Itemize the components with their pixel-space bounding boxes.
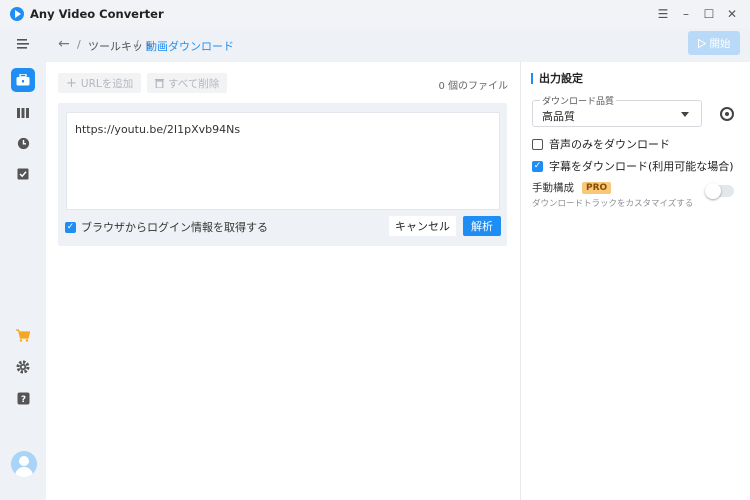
url-textarea[interactable] <box>66 112 500 210</box>
add-url-label: URLを追加 <box>80 77 134 90</box>
subtitles-option[interactable]: ✓ 字幕をダウンロード(利用可能な場合) <box>532 158 734 174</box>
trash-icon <box>155 79 164 88</box>
sidebar: ? <box>0 28 46 500</box>
pro-badge: PRO <box>582 181 612 194</box>
cancel-button[interactable]: キャンセル <box>389 216 456 236</box>
main-panel: + URLを追加 すべて削除 0 個のファイル ✓ ブラウザからログイン情報を取… <box>46 62 520 500</box>
browser-login-label: ブラウザからログイン情報を取得する <box>81 221 268 234</box>
subtitles-label: 字幕をダウンロード(利用可能な場合) <box>549 160 734 173</box>
audio-only-option[interactable]: 音声のみをダウンロード <box>532 136 670 152</box>
browser-login-option[interactable]: ✓ ブラウザからログイン情報を取得する <box>65 219 268 235</box>
title-bar: Any Video Converter ☰ – ☐ ✕ <box>0 0 750 28</box>
app-title: Any Video Converter <box>30 7 164 21</box>
cart-icon[interactable] <box>11 323 35 347</box>
url-input-panel: ✓ ブラウザからログイン情報を取得する キャンセル 解析 <box>58 103 507 246</box>
output-settings-title: 出力設定 <box>531 73 583 84</box>
close-icon[interactable]: ✕ <box>723 5 741 23</box>
file-count: 0 個のファイル <box>438 81 508 92</box>
avatar-head-shape <box>19 456 29 466</box>
maximize-icon[interactable]: ☐ <box>700 5 718 23</box>
breadcrumb-current: 動画ダウンロード <box>146 40 234 53</box>
start-button-label: 開始 <box>709 37 731 50</box>
manual-config-hint: ダウンロードトラックをカスタマイズする <box>532 199 694 209</box>
breadcrumb-separator: / <box>77 38 81 51</box>
history-icon[interactable] <box>11 131 35 155</box>
avatar-body-shape <box>15 467 33 477</box>
delete-all-button[interactable]: すべて削除 <box>147 73 228 93</box>
help-icon[interactable]: ? <box>11 386 35 410</box>
svg-text:?: ? <box>20 395 25 405</box>
parse-button[interactable]: 解析 <box>463 216 501 236</box>
audio-only-label: 音声のみをダウンロード <box>549 138 670 151</box>
quality-label: ダウンロード品質 <box>540 94 617 107</box>
quality-value: 高品質 <box>542 110 575 123</box>
manual-config-label: 手動構成 <box>532 182 574 194</box>
add-url-button[interactable]: + URLを追加 <box>58 73 142 93</box>
breadcrumb-separator: / <box>135 38 139 51</box>
library-icon[interactable] <box>11 101 35 125</box>
minimize-icon[interactable]: – <box>677 5 695 23</box>
target-settings-icon[interactable] <box>720 107 734 121</box>
dropdown-caret-icon <box>681 112 689 117</box>
breadcrumb-toolkit[interactable]: ツールキット <box>88 38 154 54</box>
toggle-knob <box>705 183 721 199</box>
audio-only-checkbox[interactable] <box>532 138 543 150</box>
subtitles-checkbox[interactable]: ✓ <box>532 160 543 172</box>
plus-icon: + <box>66 75 77 91</box>
quality-select[interactable]: ダウンロード品質 高品質 <box>532 94 702 127</box>
toolbox-icon[interactable] <box>11 68 35 92</box>
user-avatar[interactable] <box>11 451 37 477</box>
collapse-menu-icon[interactable] <box>11 32 35 56</box>
browser-login-checkbox[interactable]: ✓ <box>65 221 76 233</box>
manual-config-row: 手動構成 PRO <box>532 180 612 195</box>
header-bar: ← / ツールキット / 動画ダウンロード 開始 <box>46 28 750 62</box>
back-arrow-icon[interactable]: ← <box>58 36 70 52</box>
delete-all-label: すべて削除 <box>168 77 220 90</box>
start-play-icon <box>697 38 706 48</box>
output-settings-panel: 出力設定 ダウンロード品質 高品質 音声のみをダウンロード ✓ 字幕をダウンロー… <box>520 62 750 500</box>
settings-icon[interactable] <box>11 355 35 379</box>
task-check-icon[interactable] <box>11 162 35 186</box>
window-menu-icon[interactable]: ☰ <box>654 5 672 23</box>
app-logo-icon <box>10 7 24 21</box>
start-button[interactable]: 開始 <box>688 31 740 55</box>
manual-config-toggle[interactable] <box>705 183 734 199</box>
